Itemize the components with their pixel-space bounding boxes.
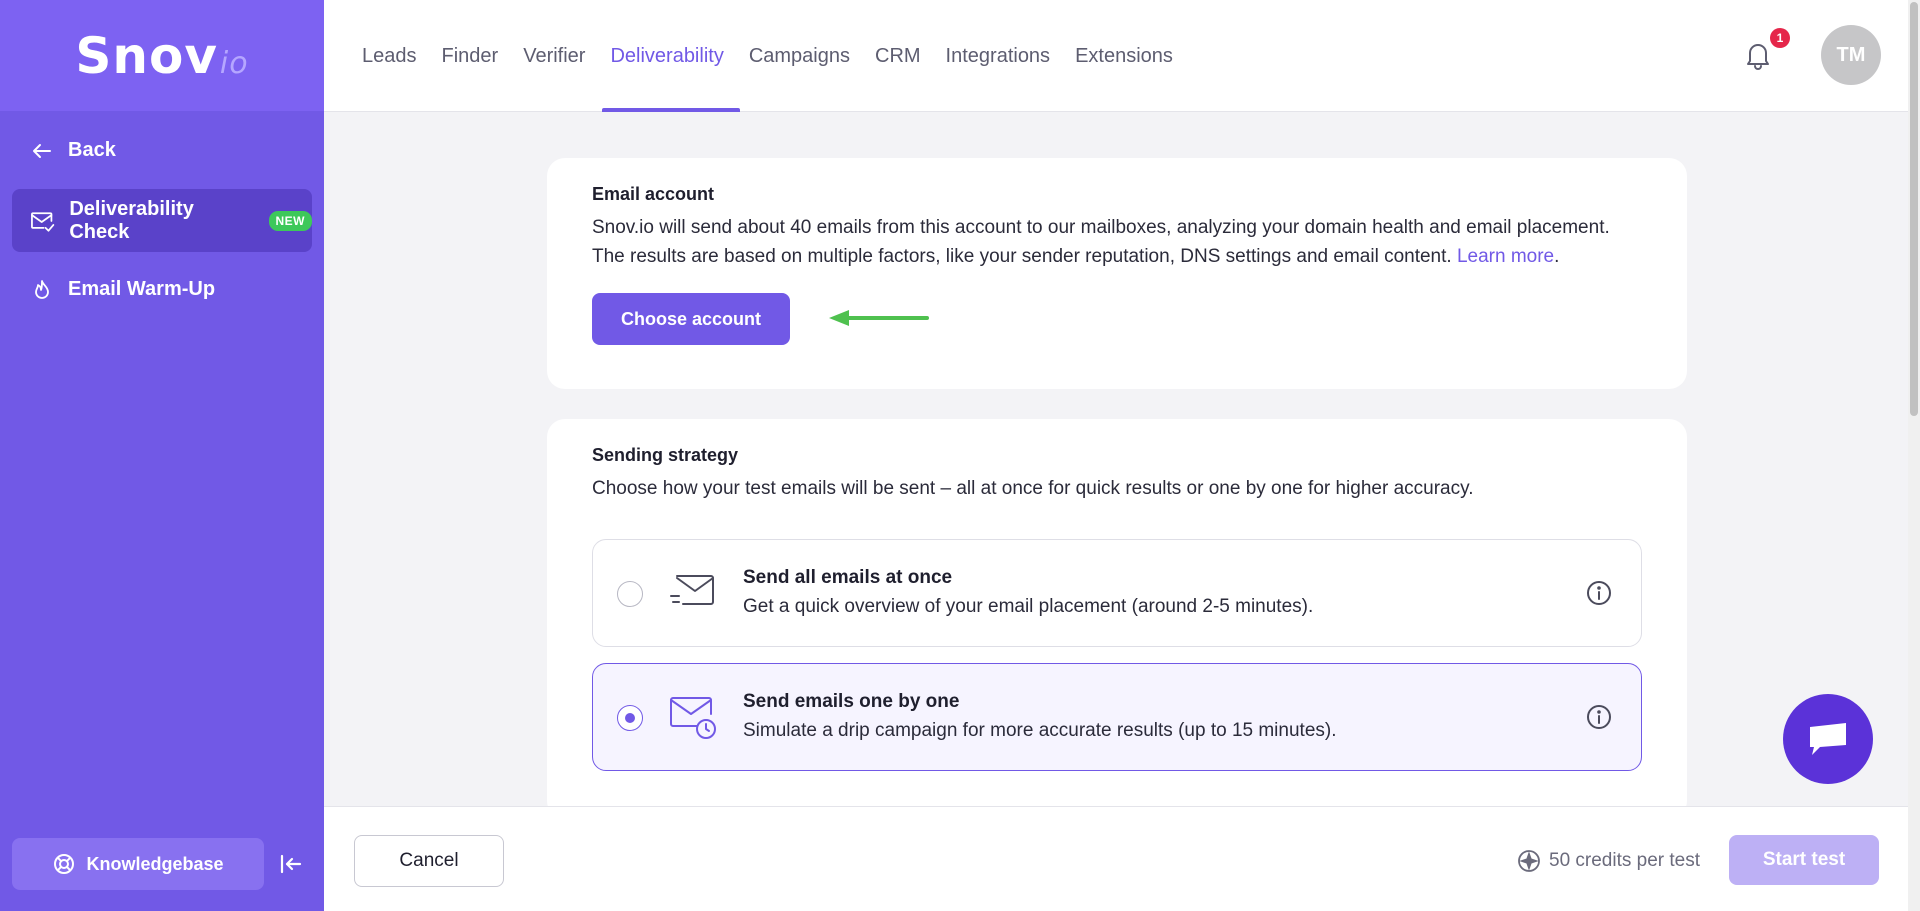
description-line-1: Snov.io will send about 40 emails from t… bbox=[592, 217, 1610, 238]
nav-extensions[interactable]: Extensions bbox=[1075, 0, 1185, 112]
logo-area: Snovio bbox=[0, 0, 324, 111]
logo-suffix: io bbox=[219, 45, 249, 81]
credits-info: 50 credits per test bbox=[1517, 849, 1700, 873]
nav-campaigns[interactable]: Campaigns bbox=[749, 0, 862, 112]
chat-support-button[interactable] bbox=[1783, 694, 1873, 784]
learn-more-link[interactable]: Learn more bbox=[1457, 246, 1554, 267]
page-scrollbar[interactable] bbox=[1908, 0, 1920, 911]
notifications-button[interactable] bbox=[1745, 40, 1771, 75]
email-account-title: Email account bbox=[592, 184, 715, 204]
sidebar: Snovio Back Deliverability Check NEW Ema… bbox=[0, 0, 324, 911]
option-title: Send all emails at once bbox=[743, 567, 953, 588]
arrow-left-icon bbox=[33, 143, 51, 158]
option-description: Simulate a drip campaign for more accura… bbox=[743, 720, 1337, 741]
back-button[interactable]: Back bbox=[12, 119, 312, 182]
user-avatar[interactable]: TM bbox=[1821, 25, 1881, 85]
description-line-2: The results are based on multiple factor… bbox=[592, 242, 1610, 271]
description-line-2-text: The results are based on multiple factor… bbox=[592, 246, 1452, 267]
back-label: Back bbox=[68, 139, 116, 161]
notification-count-badge: 1 bbox=[1770, 28, 1790, 48]
collapse-sidebar-button[interactable] bbox=[278, 851, 304, 882]
sidebar-item-label: Email Warm-Up bbox=[68, 278, 216, 300]
flame-icon bbox=[35, 279, 49, 299]
logo-text: Snov bbox=[75, 26, 218, 85]
radio-send-one-by-one[interactable] bbox=[617, 705, 643, 731]
chat-icon bbox=[1810, 723, 1846, 755]
option-send-all-at-once[interactable]: Send all emails at once Get a quick over… bbox=[592, 539, 1642, 647]
cancel-button[interactable]: Cancel bbox=[354, 835, 504, 887]
lifebuoy-icon bbox=[54, 854, 75, 874]
new-badge: NEW bbox=[268, 210, 312, 231]
start-test-button[interactable]: Start test bbox=[1729, 835, 1879, 885]
credits-icon bbox=[1518, 850, 1540, 872]
knowledgebase-label: Knowledgebase bbox=[86, 853, 224, 874]
nav-leads[interactable]: Leads bbox=[362, 0, 429, 112]
knowledgebase-button[interactable]: Knowledgebase bbox=[12, 838, 264, 890]
info-icon[interactable] bbox=[1586, 704, 1612, 730]
top-navigation-bar: Leads Finder Verifier Deliverability Cam… bbox=[324, 0, 1920, 112]
bottom-action-bar: Cancel 50 credits per test Start test bbox=[324, 806, 1908, 911]
email-account-card: Email account Snov.io will send about 40… bbox=[547, 158, 1687, 389]
radio-send-all[interactable] bbox=[617, 581, 643, 607]
nav-integrations[interactable]: Integrations bbox=[946, 0, 1063, 112]
main-nav: Leads Finder Verifier Deliverability Cam… bbox=[362, 0, 1198, 112]
credits-text: 50 credits per test bbox=[1549, 850, 1701, 871]
mail-check-icon bbox=[31, 211, 55, 232]
snovio-logo[interactable]: Snovio bbox=[75, 27, 248, 85]
option-title: Send emails one by one bbox=[743, 691, 960, 712]
choose-account-button[interactable]: Choose account bbox=[592, 293, 790, 345]
option-description: Get a quick overview of your email place… bbox=[743, 596, 1314, 617]
envelope-clock-icon bbox=[670, 697, 716, 739]
envelope-fast-icon bbox=[670, 575, 714, 605]
collapse-left-icon bbox=[280, 854, 302, 874]
period-text: . bbox=[1554, 246, 1560, 267]
nav-crm[interactable]: CRM bbox=[875, 0, 933, 112]
scrollbar-thumb[interactable] bbox=[1910, 2, 1918, 416]
sending-strategy-title: Sending strategy bbox=[592, 445, 739, 465]
nav-verifier[interactable]: Verifier bbox=[523, 0, 597, 112]
info-icon[interactable] bbox=[1586, 580, 1612, 606]
nav-deliverability[interactable]: Deliverability bbox=[602, 0, 741, 112]
nav-finder[interactable]: Finder bbox=[442, 0, 511, 112]
sending-strategy-card: Sending strategy Choose how your test em… bbox=[547, 419, 1687, 819]
sidebar-item-deliverability-check[interactable]: Deliverability Check NEW bbox=[12, 189, 312, 252]
sidebar-item-email-warm-up[interactable]: Email Warm-Up bbox=[12, 258, 312, 321]
option-send-one-by-one[interactable]: Send emails one by one Simulate a drip c… bbox=[592, 663, 1642, 771]
bell-icon bbox=[1747, 44, 1769, 70]
email-account-description: Snov.io will send about 40 emails from t… bbox=[592, 213, 1610, 271]
sidebar-item-label: Deliverability Check bbox=[69, 197, 194, 243]
sending-strategy-description: Choose how your test emails will be sent… bbox=[592, 478, 1474, 499]
green-arrow-icon bbox=[829, 310, 929, 326]
